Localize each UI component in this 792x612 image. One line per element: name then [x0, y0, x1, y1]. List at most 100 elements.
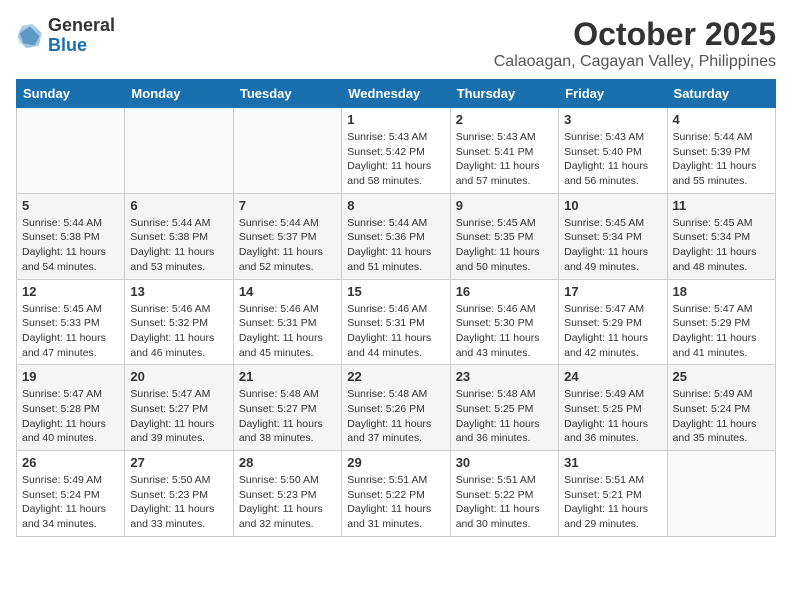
- calendar-cell: [667, 451, 775, 537]
- calendar-cell: 8 Sunrise: 5:44 AM Sunset: 5:36 PM Daylig…: [342, 193, 450, 279]
- day-number: 17: [564, 284, 661, 299]
- weekday-header-row: SundayMondayTuesdayWednesdayThursdayFrid…: [17, 80, 776, 108]
- calendar-cell: 7 Sunrise: 5:44 AM Sunset: 5:37 PM Daylig…: [233, 193, 341, 279]
- day-info: Sunrise: 5:43 AM Sunset: 5:41 PM Dayligh…: [456, 130, 553, 189]
- calendar-cell: 20Sunrise: 5:47 AM Sunset: 5:27 PM Dayli…: [125, 365, 233, 451]
- day-info: Sunrise: 5:50 AM Sunset: 5:23 PM Dayligh…: [130, 473, 227, 532]
- calendar-cell: 31Sunrise: 5:51 AM Sunset: 5:21 PM Dayli…: [559, 451, 667, 537]
- day-number: 12: [22, 284, 119, 299]
- day-info: Sunrise: 5:49 AM Sunset: 5:24 PM Dayligh…: [22, 473, 119, 532]
- day-number: 18: [673, 284, 770, 299]
- day-number: 13: [130, 284, 227, 299]
- calendar-cell: 16 Sunrise: 5:46 AM Sunset: 5:30 PM Dayli…: [450, 279, 558, 365]
- calendar-cell: [125, 108, 233, 194]
- calendar-week-row: 1Sunrise: 5:43 AM Sunset: 5:42 PM Daylig…: [17, 108, 776, 194]
- weekday-header: Monday: [125, 80, 233, 108]
- weekday-header: Tuesday: [233, 80, 341, 108]
- day-info: Sunrise: 5:46 AM Sunset: 5:31 PM Dayligh…: [239, 302, 336, 361]
- day-info: Sunrise: 5:51 AM Sunset: 5:22 PM Dayligh…: [456, 473, 553, 532]
- day-number: 26: [22, 455, 119, 470]
- day-number: 11: [673, 198, 770, 213]
- weekday-header: Thursday: [450, 80, 558, 108]
- calendar-cell: 1Sunrise: 5:43 AM Sunset: 5:42 PM Daylig…: [342, 108, 450, 194]
- day-number: 3: [564, 112, 661, 127]
- calendar-cell: 23 Sunrise: 5:48 AM Sunset: 5:25 PM Dayli…: [450, 365, 558, 451]
- day-info: Sunrise: 5:46 AM Sunset: 5:31 PM Dayligh…: [347, 302, 444, 361]
- calendar-cell: 11 Sunrise: 5:45 AM Sunset: 5:34 PM Dayli…: [667, 193, 775, 279]
- calendar-cell: 22 Sunrise: 5:48 AM Sunset: 5:26 PM Dayli…: [342, 365, 450, 451]
- calendar-cell: 15 Sunrise: 5:46 AM Sunset: 5:31 PM Dayli…: [342, 279, 450, 365]
- day-info: Sunrise: 5:46 AM Sunset: 5:30 PM Dayligh…: [456, 302, 553, 361]
- day-number: 8: [347, 198, 444, 213]
- calendar-cell: 14 Sunrise: 5:46 AM Sunset: 5:31 PM Dayli…: [233, 279, 341, 365]
- day-info: Sunrise: 5:47 AM Sunset: 5:27 PM Dayligh…: [130, 387, 227, 446]
- day-number: 22: [347, 369, 444, 384]
- day-number: 25: [673, 369, 770, 384]
- day-info: Sunrise: 5:47 AM Sunset: 5:29 PM Dayligh…: [673, 302, 770, 361]
- day-info: Sunrise: 5:48 AM Sunset: 5:26 PM Dayligh…: [347, 387, 444, 446]
- calendar-cell: 27Sunrise: 5:50 AM Sunset: 5:23 PM Dayli…: [125, 451, 233, 537]
- day-info: Sunrise: 5:48 AM Sunset: 5:25 PM Dayligh…: [456, 387, 553, 446]
- day-number: 10: [564, 198, 661, 213]
- calendar-week-row: 5 Sunrise: 5:44 AM Sunset: 5:38 PM Daylig…: [17, 193, 776, 279]
- calendar-cell: 12 Sunrise: 5:45 AM Sunset: 5:33 PM Dayli…: [17, 279, 125, 365]
- calendar-cell: 25 Sunrise: 5:49 AM Sunset: 5:24 PM Dayli…: [667, 365, 775, 451]
- day-number: 5: [22, 198, 119, 213]
- day-number: 14: [239, 284, 336, 299]
- calendar-table: SundayMondayTuesdayWednesdayThursdayFrid…: [16, 79, 776, 537]
- day-info: Sunrise: 5:45 AM Sunset: 5:33 PM Dayligh…: [22, 302, 119, 361]
- calendar-cell: 2 Sunrise: 5:43 AM Sunset: 5:41 PM Daylig…: [450, 108, 558, 194]
- calendar-cell: 28Sunrise: 5:50 AM Sunset: 5:23 PM Dayli…: [233, 451, 341, 537]
- day-info: Sunrise: 5:44 AM Sunset: 5:38 PM Dayligh…: [22, 216, 119, 275]
- day-info: Sunrise: 5:44 AM Sunset: 5:38 PM Dayligh…: [130, 216, 227, 275]
- day-number: 24: [564, 369, 661, 384]
- calendar-cell: 5 Sunrise: 5:44 AM Sunset: 5:38 PM Daylig…: [17, 193, 125, 279]
- logo-text: General Blue: [48, 16, 115, 56]
- day-info: Sunrise: 5:50 AM Sunset: 5:23 PM Dayligh…: [239, 473, 336, 532]
- day-number: 23: [456, 369, 553, 384]
- day-number: 21: [239, 369, 336, 384]
- calendar-cell: 29Sunrise: 5:51 AM Sunset: 5:22 PM Dayli…: [342, 451, 450, 537]
- weekday-header: Wednesday: [342, 80, 450, 108]
- calendar-cell: 26 Sunrise: 5:49 AM Sunset: 5:24 PM Dayli…: [17, 451, 125, 537]
- calendar-week-row: 12 Sunrise: 5:45 AM Sunset: 5:33 PM Dayli…: [17, 279, 776, 365]
- location-title: Calaoagan, Cagayan Valley, Philippines: [494, 53, 776, 71]
- title-section: October 2025 Calaoagan, Cagayan Valley, …: [494, 16, 776, 71]
- day-info: Sunrise: 5:44 AM Sunset: 5:39 PM Dayligh…: [673, 130, 770, 189]
- day-number: 15: [347, 284, 444, 299]
- calendar-cell: 3 Sunrise: 5:43 AM Sunset: 5:40 PM Daylig…: [559, 108, 667, 194]
- logo: General Blue: [16, 16, 115, 56]
- day-info: Sunrise: 5:48 AM Sunset: 5:27 PM Dayligh…: [239, 387, 336, 446]
- day-info: Sunrise: 5:43 AM Sunset: 5:42 PM Dayligh…: [347, 130, 444, 189]
- calendar-cell: 17 Sunrise: 5:47 AM Sunset: 5:29 PM Dayli…: [559, 279, 667, 365]
- page-header: General Blue October 2025 Calaoagan, Cag…: [16, 16, 776, 71]
- calendar-cell: 21 Sunrise: 5:48 AM Sunset: 5:27 PM Dayli…: [233, 365, 341, 451]
- day-info: Sunrise: 5:49 AM Sunset: 5:24 PM Dayligh…: [673, 387, 770, 446]
- day-number: 16: [456, 284, 553, 299]
- calendar-cell: [17, 108, 125, 194]
- weekday-header: Saturday: [667, 80, 775, 108]
- logo-icon: [16, 22, 44, 50]
- calendar-cell: 24 Sunrise: 5:49 AM Sunset: 5:25 PM Dayli…: [559, 365, 667, 451]
- day-info: Sunrise: 5:44 AM Sunset: 5:37 PM Dayligh…: [239, 216, 336, 275]
- day-number: 7: [239, 198, 336, 213]
- month-title: October 2025: [494, 16, 776, 53]
- day-info: Sunrise: 5:44 AM Sunset: 5:36 PM Dayligh…: [347, 216, 444, 275]
- day-info: Sunrise: 5:45 AM Sunset: 5:34 PM Dayligh…: [673, 216, 770, 275]
- day-info: Sunrise: 5:45 AM Sunset: 5:35 PM Dayligh…: [456, 216, 553, 275]
- calendar-cell: 4Sunrise: 5:44 AM Sunset: 5:39 PM Daylig…: [667, 108, 775, 194]
- day-info: Sunrise: 5:47 AM Sunset: 5:28 PM Dayligh…: [22, 387, 119, 446]
- calendar-week-row: 19Sunrise: 5:47 AM Sunset: 5:28 PM Dayli…: [17, 365, 776, 451]
- day-info: Sunrise: 5:45 AM Sunset: 5:34 PM Dayligh…: [564, 216, 661, 275]
- day-number: 31: [564, 455, 661, 470]
- calendar-cell: 6Sunrise: 5:44 AM Sunset: 5:38 PM Daylig…: [125, 193, 233, 279]
- calendar-cell: [233, 108, 341, 194]
- day-info: Sunrise: 5:49 AM Sunset: 5:25 PM Dayligh…: [564, 387, 661, 446]
- day-number: 2: [456, 112, 553, 127]
- day-info: Sunrise: 5:47 AM Sunset: 5:29 PM Dayligh…: [564, 302, 661, 361]
- weekday-header: Friday: [559, 80, 667, 108]
- calendar-cell: 30Sunrise: 5:51 AM Sunset: 5:22 PM Dayli…: [450, 451, 558, 537]
- day-info: Sunrise: 5:51 AM Sunset: 5:22 PM Dayligh…: [347, 473, 444, 532]
- day-info: Sunrise: 5:43 AM Sunset: 5:40 PM Dayligh…: [564, 130, 661, 189]
- calendar-cell: 10 Sunrise: 5:45 AM Sunset: 5:34 PM Dayli…: [559, 193, 667, 279]
